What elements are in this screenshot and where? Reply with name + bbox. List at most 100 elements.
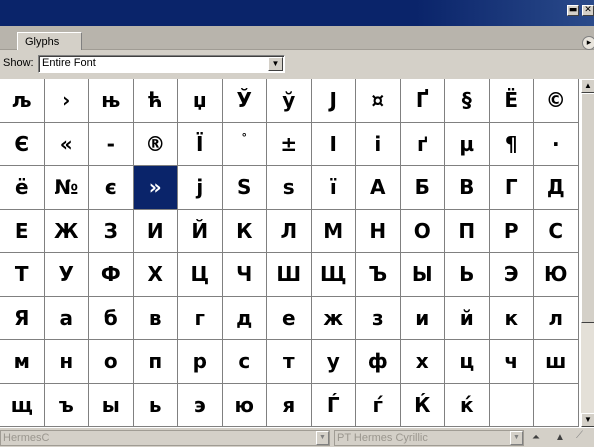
glyph-cell[interactable]: Щ — [311, 253, 356, 297]
glyph-cell[interactable]: щ — [0, 383, 45, 427]
glyph-cell[interactable]: Ъ — [356, 253, 401, 297]
glyph-cell[interactable]: ќ — [445, 383, 490, 427]
glyph-cell[interactable]: а — [44, 296, 89, 340]
glyph-cell[interactable]: Ѓ — [311, 383, 356, 427]
glyph-cell[interactable]: Р — [489, 209, 534, 253]
glyph-cell[interactable]: п — [133, 340, 178, 384]
glyph-cell[interactable]: У — [44, 253, 89, 297]
glyph-cell[interactable]: Й — [178, 209, 223, 253]
glyph-cell[interactable]: ж — [311, 296, 356, 340]
glyph-cell[interactable]: И — [133, 209, 178, 253]
glyph-cell[interactable]: й — [445, 296, 490, 340]
zoom-in-icon[interactable]: ▲ — [550, 431, 570, 445]
glyph-cell[interactable] — [534, 383, 579, 427]
glyph-cell[interactable]: О — [400, 209, 445, 253]
vertical-scrollbar[interactable]: ▲ ▼ — [580, 79, 594, 427]
glyph-cell[interactable]: б — [89, 296, 134, 340]
glyph-cell[interactable]: К — [222, 209, 267, 253]
glyph-cell[interactable]: Ж — [44, 209, 89, 253]
glyph-cell[interactable]: љ — [0, 79, 45, 123]
glyph-cell[interactable]: ® — [133, 122, 178, 166]
glyph-cell[interactable]: е — [267, 296, 312, 340]
glyph-cell[interactable]: х — [400, 340, 445, 384]
glyph-cell[interactable]: Я — [0, 296, 45, 340]
glyph-cell[interactable]: Ё — [489, 79, 534, 123]
glyph-cell[interactable]: Н — [356, 209, 401, 253]
glyph-cell[interactable]: Ў — [222, 79, 267, 123]
minimize-icon[interactable]: ▬ — [567, 5, 579, 16]
glyph-cell[interactable]: я — [267, 383, 312, 427]
glyph-cell[interactable]: ё — [0, 166, 45, 210]
glyph-cell[interactable]: Ј — [311, 79, 356, 123]
glyph-cell[interactable]: Є — [0, 122, 45, 166]
glyph-cell[interactable]: з — [356, 296, 401, 340]
glyph-cell[interactable]: с — [222, 340, 267, 384]
glyph-cell[interactable]: ч — [489, 340, 534, 384]
glyph-cell[interactable]: Т — [0, 253, 45, 297]
glyph-cell[interactable]: µ — [445, 122, 490, 166]
glyph-cell[interactable]: ц — [445, 340, 490, 384]
glyph-cell[interactable]: Ц — [178, 253, 223, 297]
glyph-cell[interactable]: З — [89, 209, 134, 253]
window-title-bar[interactable]: ▬ ✕ — [0, 0, 594, 26]
glyph-cell[interactable]: Е — [0, 209, 45, 253]
glyph-cell[interactable]: є — [89, 166, 134, 210]
tab-glyphs[interactable]: Glyphs — [17, 32, 83, 51]
chevron-down-icon[interactable]: ▼ — [510, 431, 523, 445]
scroll-up-icon[interactable]: ▲ — [581, 79, 594, 93]
glyph-cell[interactable]: Г — [489, 166, 534, 210]
resize-grip-icon[interactable]: ⟋ — [576, 430, 592, 446]
glyph-cell[interactable]: Ґ — [400, 79, 445, 123]
glyph-cell[interactable]: Л — [267, 209, 312, 253]
glyph-cell[interactable]: ї — [311, 166, 356, 210]
glyph-cell[interactable]: В — [445, 166, 490, 210]
glyph-cell[interactable]: ь — [133, 383, 178, 427]
scroll-down-icon[interactable]: ▼ — [581, 413, 594, 427]
glyph-cell[interactable]: к — [489, 296, 534, 340]
glyph-cell[interactable]: и — [400, 296, 445, 340]
glyph-cell[interactable]: т — [267, 340, 312, 384]
font-style-select[interactable]: PT Hermes Cyrillic ▼ — [334, 430, 524, 446]
panel-menu-icon[interactable]: ▸ — [582, 36, 594, 50]
glyph-cell[interactable]: Э — [489, 253, 534, 297]
glyph-cell[interactable]: ф — [356, 340, 401, 384]
glyph-cell[interactable]: » — [133, 166, 178, 210]
glyph-cell[interactable]: Х — [133, 253, 178, 297]
glyph-cell[interactable]: № — [44, 166, 89, 210]
glyph-cell[interactable]: г — [178, 296, 223, 340]
glyph-cell[interactable]: у — [311, 340, 356, 384]
glyph-cell[interactable]: ћ — [133, 79, 178, 123]
glyph-cell[interactable]: ° — [222, 122, 267, 166]
close-icon[interactable]: ✕ — [582, 5, 594, 16]
glyph-cell[interactable]: ю — [222, 383, 267, 427]
glyph-cell[interactable]: І — [311, 122, 356, 166]
chevron-down-icon[interactable]: ▼ — [316, 431, 329, 445]
glyph-cell[interactable]: њ — [89, 79, 134, 123]
glyph-cell[interactable]: ѕ — [267, 166, 312, 210]
glyph-cell[interactable]: ¶ — [489, 122, 534, 166]
glyph-cell[interactable]: ± — [267, 122, 312, 166]
glyph-cell[interactable]: Б — [400, 166, 445, 210]
glyph-cell[interactable]: ѓ — [356, 383, 401, 427]
glyph-cell[interactable]: э — [178, 383, 223, 427]
glyph-cell[interactable]: М — [311, 209, 356, 253]
glyph-cell[interactable]: А — [356, 166, 401, 210]
glyph-cell[interactable]: м — [0, 340, 45, 384]
glyph-cell[interactable]: Ќ — [400, 383, 445, 427]
glyph-cell[interactable]: Ь — [445, 253, 490, 297]
glyph-cell[interactable]: н — [44, 340, 89, 384]
glyph-cell[interactable]: › — [44, 79, 89, 123]
glyph-cell[interactable]: Ы — [400, 253, 445, 297]
glyph-cell[interactable]: ј — [178, 166, 223, 210]
glyph-cell[interactable]: Ч — [222, 253, 267, 297]
glyph-cell[interactable]: Ю — [534, 253, 579, 297]
glyph-cell[interactable]: · — [534, 122, 579, 166]
glyph-cell[interactable]: в — [133, 296, 178, 340]
glyph-cell[interactable]: П — [445, 209, 490, 253]
glyph-cell[interactable]: Ф — [89, 253, 134, 297]
glyph-cell[interactable]: д — [222, 296, 267, 340]
glyph-cell[interactable]: ¤ — [356, 79, 401, 123]
glyph-cell[interactable]: о — [89, 340, 134, 384]
glyph-cell[interactable]: і — [356, 122, 401, 166]
glyph-cell[interactable]: ш — [534, 340, 579, 384]
